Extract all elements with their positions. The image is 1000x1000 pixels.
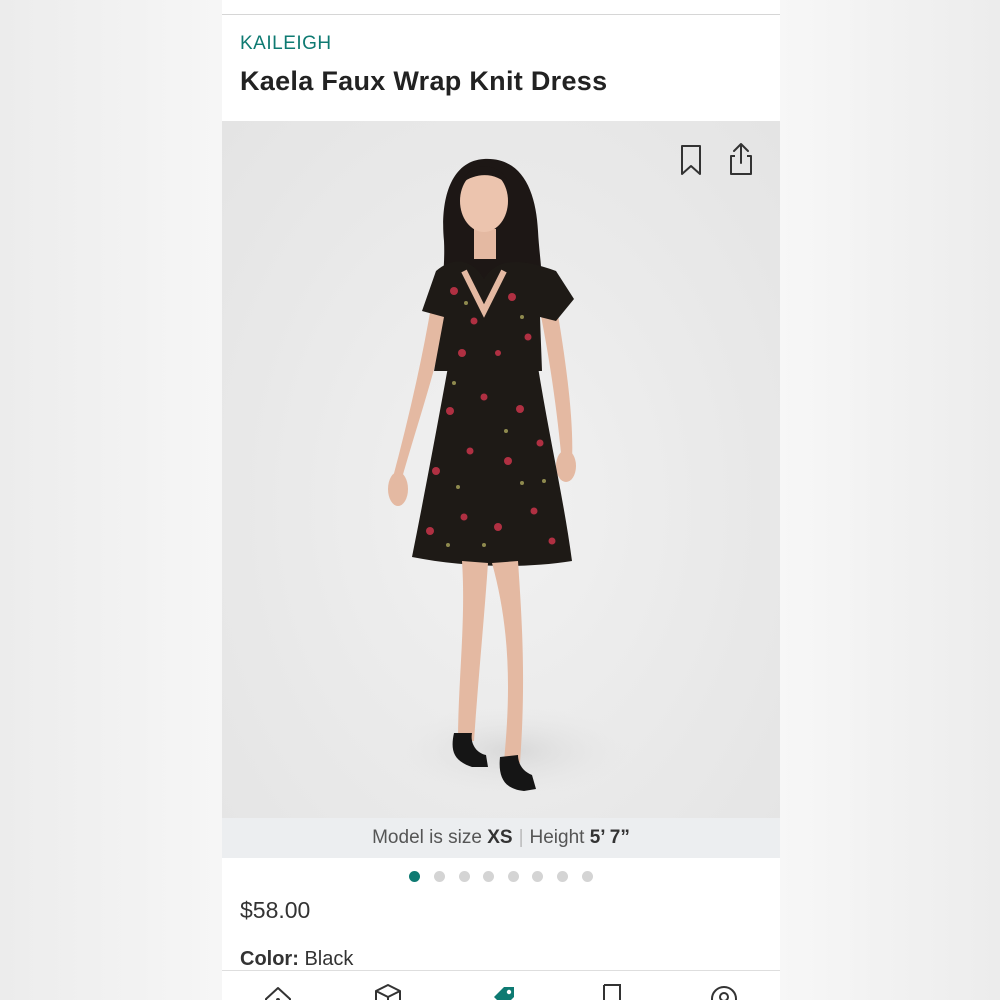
share-icon xyxy=(730,143,752,175)
carousel-dot[interactable] xyxy=(556,871,568,883)
header-divider xyxy=(222,14,780,15)
carousel-pagination xyxy=(222,868,780,883)
tab-box[interactable] xyxy=(368,981,408,1000)
background-left xyxy=(0,0,222,1000)
color-label: Color: xyxy=(240,948,299,970)
product-price: $58.00 xyxy=(240,897,311,923)
carousel-dot[interactable] xyxy=(581,871,593,883)
carousel-dot[interactable] xyxy=(507,871,519,883)
tab-profile[interactable] xyxy=(704,981,744,1000)
box-icon xyxy=(375,984,401,1000)
brand-name[interactable]: KAILEIGH xyxy=(240,33,332,55)
carousel-dot[interactable] xyxy=(434,871,446,883)
carousel-dot[interactable] xyxy=(532,871,544,883)
background-right xyxy=(780,0,1000,1000)
share-button[interactable] xyxy=(724,141,758,175)
product-page: KAILEIGH Kaela Faux Wrap Knit Dress Mode… xyxy=(222,0,780,1000)
product-photo xyxy=(388,158,632,796)
home-icon xyxy=(265,987,291,1000)
bottom-tab-bar xyxy=(222,970,780,1000)
tab-saved[interactable] xyxy=(592,981,632,1000)
profile-icon xyxy=(711,986,737,1000)
carousel-dot[interactable] xyxy=(483,871,495,883)
model-size-label: Model is size xyxy=(372,827,482,848)
product-title: Kaela Faux Wrap Knit Dress xyxy=(240,66,608,96)
tab-shop[interactable] xyxy=(480,981,520,1000)
carousel-dot[interactable] xyxy=(409,871,421,883)
tab-home[interactable] xyxy=(258,981,298,1000)
bookmark-icon xyxy=(603,984,621,1000)
carousel-dot[interactable] xyxy=(458,871,470,883)
model-height-label: Height xyxy=(529,827,585,848)
product-image-carousel[interactable] xyxy=(222,121,780,818)
color-selector[interactable]: Color: Black xyxy=(240,948,353,971)
model-height-value: 5’ 7” xyxy=(589,827,630,848)
color-value: Black xyxy=(304,948,354,970)
model-size-info: Model is size XS | Height 5’ 7” xyxy=(222,818,780,858)
bookmark-button[interactable] xyxy=(674,143,708,177)
separator: | xyxy=(518,827,524,848)
tag-icon xyxy=(494,987,514,1000)
bookmark-icon xyxy=(681,145,701,175)
model-size-value: XS xyxy=(487,827,513,848)
